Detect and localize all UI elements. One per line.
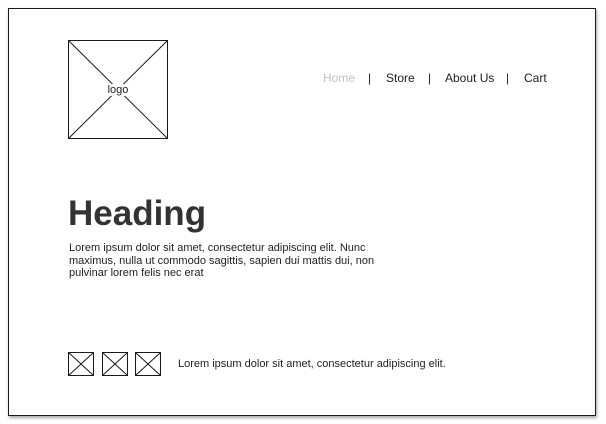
- nav-item-store[interactable]: Store: [386, 70, 415, 86]
- nav-item-cart[interactable]: Cart: [524, 70, 547, 86]
- nav-separator: |: [368, 71, 372, 85]
- nav-separator: |: [506, 71, 510, 85]
- logo-placeholder[interactable]: logo: [68, 40, 168, 139]
- nav-separator: |: [428, 71, 432, 85]
- intro-paragraph: Lorem ipsum dolor sit amet, consectetur …: [69, 242, 375, 279]
- nav-item-home[interactable]: Home: [323, 70, 355, 86]
- page-heading: Heading: [68, 194, 207, 233]
- thumbnail-3[interactable]: [135, 352, 161, 376]
- logo-label: logo: [106, 83, 130, 96]
- thumbnail-1[interactable]: [68, 352, 94, 376]
- thumbnail-2[interactable]: [102, 352, 128, 376]
- image-placeholder-icon: [68, 352, 94, 376]
- nav-item-about-us[interactable]: About Us: [445, 70, 494, 86]
- image-placeholder-icon: [135, 352, 161, 376]
- footer-text: Lorem ipsum dolor sit amet, consectetur …: [178, 358, 446, 370]
- image-placeholder-icon: [102, 352, 128, 376]
